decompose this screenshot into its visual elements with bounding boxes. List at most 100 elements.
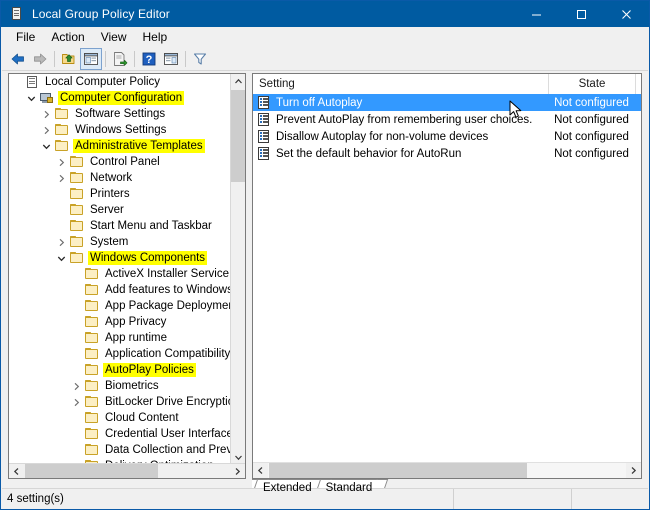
tree-item[interactable]: System [9,234,230,250]
tree-item[interactable]: Application Compatibility [9,346,230,362]
show-hide-action-pane-button[interactable] [160,48,182,70]
tree-item[interactable]: Printers [9,186,230,202]
tree-indent [54,314,69,330]
tree-horizontal-scrollbar[interactable] [9,463,245,478]
menu-action[interactable]: Action [43,28,92,46]
filter-button[interactable] [189,48,211,70]
tree-indent [9,106,24,122]
minimize-button[interactable] [514,1,559,27]
tree-indent [39,282,54,298]
folder-icon [69,186,85,202]
tree-hscrollbar-thumb[interactable] [25,464,158,478]
tree-indent [39,298,54,314]
tree-twisty-empty [69,362,84,378]
chevron-down-icon[interactable] [54,250,69,266]
scroll-left-arrow-icon[interactable] [9,464,24,479]
tree-scrollbar-thumb[interactable] [231,90,245,182]
tree-item[interactable]: Credential User Interface [9,426,230,442]
tree-item[interactable]: Windows Components [9,250,230,266]
tree-item[interactable]: Control Panel [9,154,230,170]
tree-indent [9,378,24,394]
policy-root-icon [24,74,40,90]
chevron-right-icon[interactable] [54,170,69,186]
tree-indent [9,266,24,282]
tree-twisty-empty [69,346,84,362]
tree-twisty-empty [69,314,84,330]
tree-indent [39,442,54,458]
export-list-button[interactable] [109,48,131,70]
tree-item-label: Add features to Windows 10 [103,283,230,297]
tree-vertical-scrollbar[interactable] [230,74,245,465]
tree-indent [24,282,39,298]
tree-item[interactable]: Software Settings [9,106,230,122]
menu-help[interactable]: Help [135,28,176,46]
menu-view[interactable]: View [93,28,135,46]
folder-icon [84,346,100,362]
chevron-right-icon[interactable] [54,154,69,170]
table-row[interactable]: Turn off AutoplayNot configured [253,94,641,111]
list-rows-container: Turn off AutoplayNot configuredPrevent A… [253,94,641,162]
setting-state: Not configured [548,148,635,160]
help-button[interactable]: ? [138,48,160,70]
list-hscrollbar-thumb[interactable] [269,463,527,478]
folder-icon [84,282,100,298]
tree-item[interactable]: Add features to Windows 10 [9,282,230,298]
list-scroll-right-arrow-icon[interactable] [626,463,641,478]
scroll-right-arrow-icon[interactable] [230,464,245,479]
chevron-right-icon[interactable] [39,122,54,138]
tree-item[interactable]: Server [9,202,230,218]
title-bar[interactable]: Local Group Policy Editor [1,1,649,27]
tree-item[interactable]: Start Menu and Taskbar [9,218,230,234]
scroll-up-arrow-icon[interactable] [231,74,246,89]
tree-item[interactable]: Computer Configuration [9,90,230,106]
tree-item-label: Windows Components [88,251,207,265]
tree-item[interactable]: App runtime [9,330,230,346]
up-one-level-button[interactable] [58,48,80,70]
tree-item[interactable]: Local Computer Policy [9,74,230,90]
tree-item[interactable]: App Package Deployment [9,298,230,314]
folder-icon [84,378,100,394]
column-header-state[interactable]: State [549,74,636,94]
column-header-setting[interactable]: Setting [253,74,549,94]
table-row[interactable]: Set the default behavior for AutoRunNot … [253,145,641,162]
tab-extended[interactable]: Extended [252,479,321,496]
tree-item[interactable]: Network [9,170,230,186]
toolbar: ? [2,47,648,71]
tree-item-label: Software Settings [73,107,167,121]
chevron-right-icon[interactable] [54,234,69,250]
close-button[interactable] [604,1,649,27]
settings-list-pane: Setting State Turn off AutoplayNot confi… [252,73,642,479]
tree-item-label: Credential User Interface [103,427,230,441]
chevron-down-icon[interactable] [39,138,54,154]
console-tree-pane: Local Computer PolicyComputer Configurat… [8,73,246,479]
table-row[interactable]: Disallow Autoplay for non-volume devices… [253,128,641,145]
forward-button[interactable] [29,48,51,70]
local-group-policy-editor-window: Local Group Policy Editor File Action Vi… [0,0,650,510]
table-row[interactable]: Prevent AutoPlay from remembering user c… [253,111,641,128]
chevron-down-icon[interactable] [24,90,39,106]
tree-indent [9,442,24,458]
tree-item[interactable]: ActiveX Installer Service [9,266,230,282]
maximize-button[interactable] [559,1,604,27]
tree-item[interactable]: Data Collection and Preview Bu [9,442,230,458]
tree-item[interactable]: Biometrics [9,378,230,394]
show-hide-console-tree-button[interactable] [80,48,102,70]
back-button[interactable] [7,48,29,70]
list-header: Setting State [253,74,641,95]
tree-item[interactable]: AutoPlay Policies [9,362,230,378]
chevron-right-icon[interactable] [69,394,84,410]
menu-file[interactable]: File [8,28,43,46]
tree-indent [39,314,54,330]
list-horizontal-scrollbar[interactable] [253,462,641,478]
tree-item[interactable]: Windows Settings [9,122,230,138]
list-scroll-left-arrow-icon[interactable] [253,463,268,478]
chevron-right-icon[interactable] [69,378,84,394]
tree-item[interactable]: Cloud Content [9,410,230,426]
chevron-right-icon[interactable] [39,106,54,122]
tree-item[interactable]: Administrative Templates [9,138,230,154]
tree-item[interactable]: App Privacy [9,314,230,330]
tree-indent [39,346,54,362]
tree-item[interactable]: BitLocker Drive Encryption [9,394,230,410]
tree-indent [9,138,24,154]
tree-indent [9,250,24,266]
